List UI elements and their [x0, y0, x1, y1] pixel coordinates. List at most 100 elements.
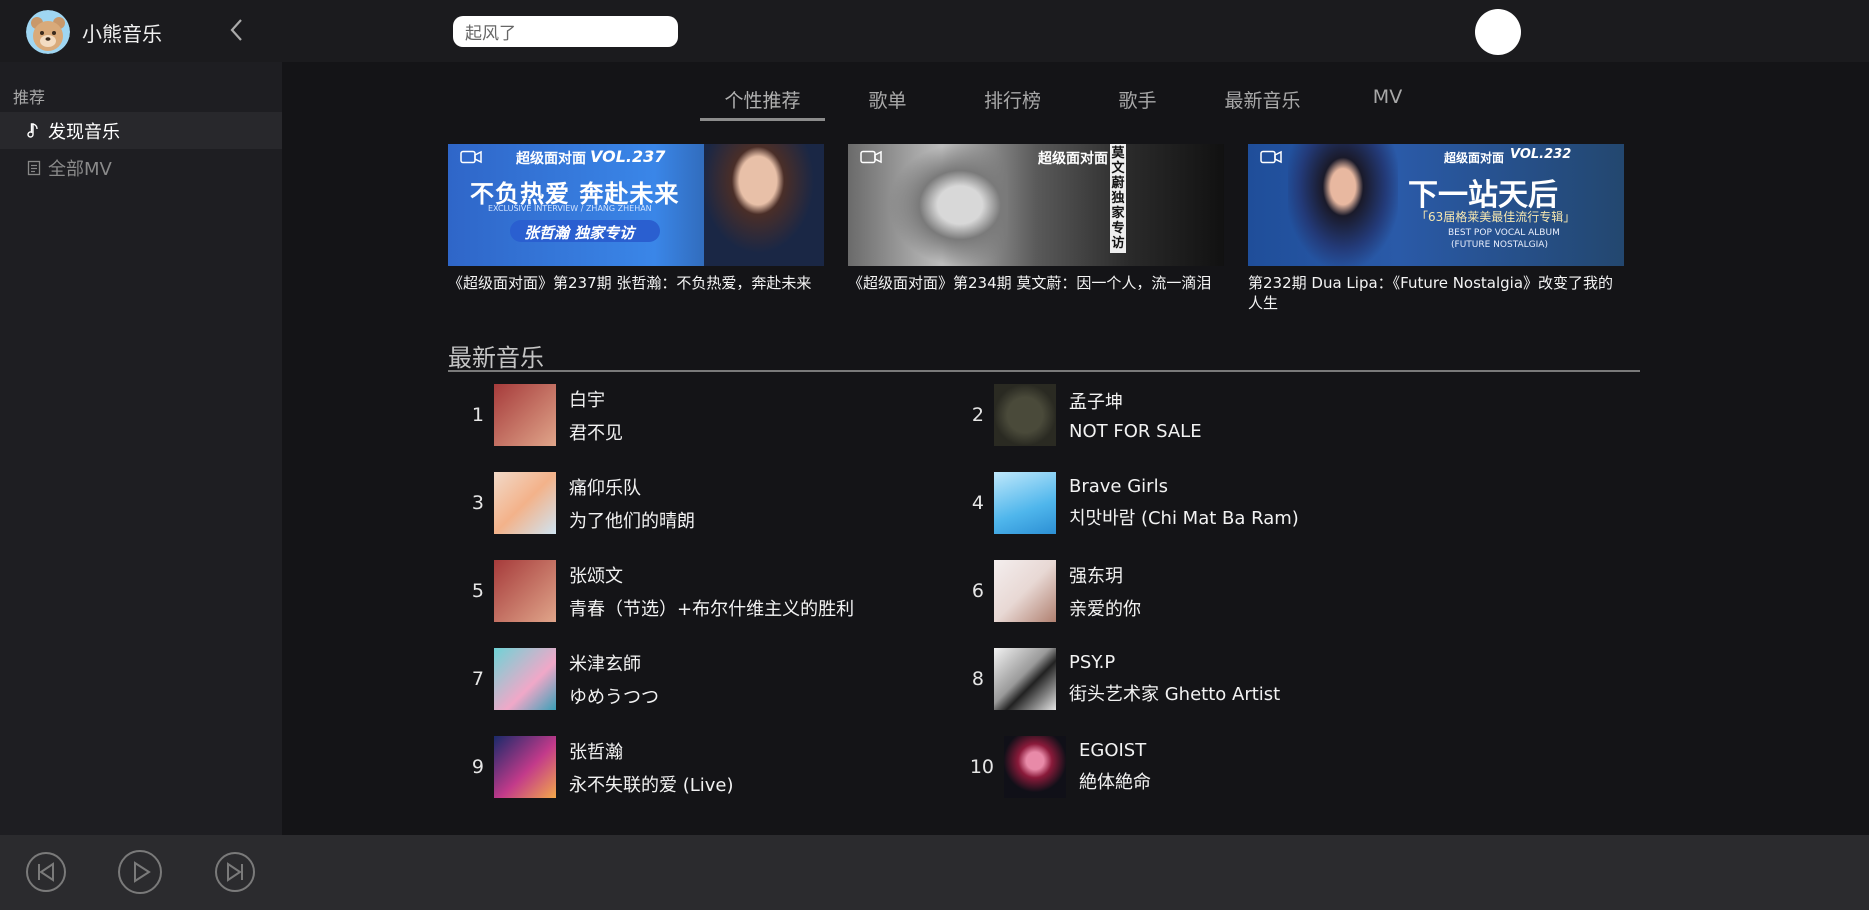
song-title[interactable]: ゆめうつつ: [569, 683, 659, 709]
album-cover[interactable]: [994, 472, 1056, 534]
song-artist[interactable]: 米津玄師: [569, 650, 659, 676]
song-title[interactable]: 치맛바람 (Chi Mat Ba Ram): [1069, 504, 1299, 530]
song-item[interactable]: 9 张哲瀚永不失联的爱 (Live): [448, 736, 734, 798]
tab-mv[interactable]: MV: [1325, 82, 1450, 122]
user-avatar[interactable]: [1475, 9, 1521, 55]
tab-artists[interactable]: 歌手: [1075, 82, 1200, 122]
music-note-icon: [24, 122, 44, 139]
banner-subline-3: (FUTURE NOSTALGIA): [1451, 240, 1548, 250]
song-number: 10: [969, 756, 994, 778]
album-cover[interactable]: [994, 648, 1056, 710]
banner-portrait: [704, 144, 824, 266]
banner-subline-2: BEST POP VOCAL ALBUM: [1448, 228, 1560, 238]
song-artist[interactable]: 孟子坤: [1069, 388, 1202, 414]
section-title-new-music: 最新音乐: [448, 344, 544, 372]
song-title[interactable]: 亲爱的你: [1069, 595, 1141, 621]
song-item[interactable]: 5 张颂文青春（节选）+布尔什维主义的胜利: [448, 560, 854, 622]
song-title[interactable]: 君不见: [569, 419, 623, 445]
banner-subline: EXCLUSIVE INTERVIEW / ZHANG ZHEHAN: [488, 204, 652, 213]
album-cover[interactable]: [994, 560, 1056, 622]
album-cover[interactable]: [494, 472, 556, 534]
play-icon: [118, 850, 162, 894]
song-item[interactable]: 8 PSY.P 街头艺术家 Ghetto Artist: [948, 648, 1280, 710]
song-number: 7: [471, 668, 484, 690]
song-number: 4: [971, 492, 984, 514]
video-camera-icon: [860, 150, 882, 164]
song-number: 1: [471, 404, 484, 426]
tab-charts[interactable]: 排行榜: [950, 82, 1075, 122]
album-cover[interactable]: [994, 384, 1056, 446]
tab-new-music[interactable]: 最新音乐: [1200, 82, 1325, 122]
song-item[interactable]: 2 孟子坤 NOT FOR SALE: [948, 384, 1202, 446]
sidebar-item-label: 发现音乐: [48, 121, 120, 143]
banner-image[interactable]: 超级面对面 VOL.237 不负热爱 奔赴未来 EXCLUSIVE INTERV…: [448, 144, 824, 266]
search-input[interactable]: [453, 16, 678, 47]
album-cover[interactable]: [1004, 736, 1066, 798]
chevron-left-icon: [230, 19, 242, 41]
banner-card[interactable]: 超级面对面 VOL.237 不负热爱 奔赴未来 EXCLUSIVE INTERV…: [448, 144, 824, 293]
tab-bar: 个性推荐 歌单 排行榜 歌手 最新音乐 MV: [700, 82, 1450, 122]
sidebar-item-all-mv[interactable]: 全部MV: [0, 149, 282, 186]
song-number: 5: [471, 580, 484, 602]
song-item[interactable]: 4 Brave Girls 치맛바람 (Chi Mat Ba Ram): [948, 472, 1299, 534]
app-title: 小熊音乐: [82, 22, 162, 46]
banner-brand: 超级面对面: [1444, 151, 1505, 165]
song-title[interactable]: NOT FOR SALE: [1069, 421, 1202, 442]
song-artist[interactable]: EGOIST: [1079, 740, 1151, 761]
song-title[interactable]: 街头艺术家 Ghetto Artist: [1069, 680, 1280, 706]
video-camera-icon: [1260, 150, 1282, 164]
song-title[interactable]: 为了他们的晴朗: [569, 507, 695, 533]
banner-portrait: [1288, 144, 1398, 266]
album-cover[interactable]: [494, 560, 556, 622]
banner-caption[interactable]: 第232期 Dua Lipa：《Future Nostalgia》改变了我的人生: [1248, 273, 1624, 313]
banner-portrait: [888, 144, 1008, 266]
song-number: 8: [971, 668, 984, 690]
banner-caption[interactable]: 《超级面对面》第237期 张哲瀚：不负热爱，奔赴未来: [448, 273, 824, 293]
player-bar: [0, 835, 1869, 910]
song-number: 9: [471, 756, 484, 778]
main-content: 个性推荐 歌单 排行榜 歌手 最新音乐 MV 超级面对面 VOL.237 不负热…: [282, 62, 1869, 835]
song-artist[interactable]: 张哲瀚: [569, 738, 734, 764]
banner-brand: 超级面对面: [1038, 151, 1108, 167]
next-button[interactable]: [214, 851, 256, 897]
song-item[interactable]: 7 米津玄師ゆめうつつ: [448, 648, 659, 710]
banner-brand: 超级面对面: [516, 151, 586, 167]
previous-button[interactable]: [25, 851, 67, 897]
song-item[interactable]: 10 EGOIST 絶体絶命: [948, 736, 1151, 798]
sidebar-header: 推荐: [13, 88, 46, 107]
song-item[interactable]: 6 强东玥亲爱的你: [948, 560, 1141, 622]
song-title[interactable]: 永不失联的爱 (Live): [569, 771, 734, 797]
sidebar: 推荐 发现音乐 全部MV: [0, 62, 282, 835]
sidebar-item-label: 全部MV: [48, 158, 112, 180]
album-cover[interactable]: [494, 736, 556, 798]
song-item[interactable]: 3 痛仰乐队为了他们的晴朗: [448, 472, 695, 534]
banner-image[interactable]: 超级面对面 VOL.232 下一站天后 「63届格莱美最佳流行专辑」 BEST …: [1248, 144, 1624, 266]
back-button[interactable]: [226, 16, 248, 44]
album-cover[interactable]: [494, 648, 556, 710]
document-icon: [24, 160, 44, 176]
song-artist[interactable]: 白宇: [569, 386, 623, 412]
banner-caption[interactable]: 《超级面对面》第234期 莫文蔚：因一个人，流一滴泪: [848, 273, 1224, 293]
tab-playlists[interactable]: 歌单: [825, 82, 950, 122]
section-divider: [448, 370, 1640, 372]
previous-icon: [26, 852, 66, 892]
album-cover[interactable]: [494, 384, 556, 446]
banner-subline: 「63届格莱美最佳流行专辑」: [1416, 210, 1576, 224]
play-button[interactable]: [117, 849, 163, 899]
song-title[interactable]: 青春（节选）+布尔什维主义的胜利: [569, 595, 854, 621]
banner-card[interactable]: 超级面对面 莫文蔚独家专访 《超级面对面》第234期 莫文蔚：因一个人，流一滴泪: [848, 144, 1224, 293]
app-logo[interactable]: [26, 10, 70, 54]
song-item[interactable]: 1 白宇君不见: [448, 384, 623, 446]
banner-card[interactable]: 超级面对面 VOL.232 下一站天后 「63届格莱美最佳流行专辑」 BEST …: [1248, 144, 1624, 313]
song-title[interactable]: 絶体絶命: [1079, 768, 1151, 794]
song-artist[interactable]: 痛仰乐队: [569, 474, 695, 500]
song-artist[interactable]: 张颂文: [569, 562, 854, 588]
song-artist[interactable]: PSY.P: [1069, 652, 1280, 673]
song-artist[interactable]: Brave Girls: [1069, 476, 1299, 497]
banner-image[interactable]: 超级面对面 莫文蔚独家专访: [848, 144, 1224, 266]
tab-personal-recommend[interactable]: 个性推荐: [700, 82, 825, 122]
song-number: 3: [471, 492, 484, 514]
song-artist[interactable]: 强东玥: [1069, 562, 1141, 588]
song-number: 6: [971, 580, 984, 602]
sidebar-item-discover-music[interactable]: 发现音乐: [0, 112, 282, 149]
